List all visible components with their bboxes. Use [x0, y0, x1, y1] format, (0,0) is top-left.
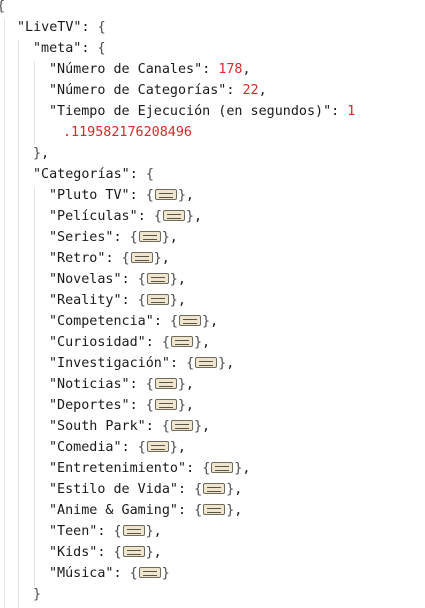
expand-collapsed-icon[interactable]	[154, 399, 177, 410]
indent-guide	[34, 61, 35, 145]
json-category-item: "Competencia": {},	[49, 314, 219, 329]
indent-guide	[34, 187, 35, 586]
json-category-key: "Estilo de Vida"	[49, 482, 178, 497]
json-category-key: "Deportes"	[49, 398, 130, 413]
json-key-meta: "meta"	[33, 41, 82, 56]
expand-collapsed-icon[interactable]	[170, 420, 193, 431]
indent-guide	[18, 40, 19, 608]
json-categorias-toggle[interactable]: {	[146, 167, 154, 182]
json-category-key: "South Park"	[49, 419, 146, 434]
json-category-key: "Competencia"	[49, 314, 154, 329]
json-category-item: "Comedia": {},	[49, 440, 186, 455]
expand-collapsed-icon[interactable]	[154, 189, 177, 200]
expand-collapsed-icon[interactable]	[170, 336, 193, 347]
expand-collapsed-icon[interactable]	[138, 567, 161, 578]
json-category-item: "Teen": {},	[49, 524, 162, 539]
expand-collapsed-icon[interactable]	[203, 504, 226, 515]
expand-collapsed-icon[interactable]	[195, 357, 218, 368]
json-category-key: "Curiosidad"	[49, 335, 146, 350]
json-category-item: "South Park": {},	[49, 419, 211, 434]
json-category-item: "Series": {},	[49, 230, 178, 245]
json-livetv-toggle[interactable]: {	[98, 20, 106, 35]
json-category-item: "Curiosidad": {},	[49, 335, 211, 350]
json-value-tiempo-part1: 1	[347, 104, 356, 119]
json-category-key: "Pluto TV"	[49, 188, 130, 203]
json-category-key: "Novelas"	[49, 272, 122, 287]
json-category-key: "Comedia"	[49, 440, 122, 455]
json-category-key: "Películas"	[49, 209, 138, 224]
json-key-categorias: "Categorías"	[33, 167, 130, 182]
expand-collapsed-icon[interactable]	[154, 378, 177, 389]
json-viewer: { "LiveTV": { "meta": { "Número de Canal…	[0, 0, 425, 608]
expand-collapsed-icon[interactable]	[122, 525, 145, 536]
json-meta-line: "meta": {	[33, 41, 106, 56]
json-category-key: "Series"	[49, 230, 114, 245]
expand-collapsed-icon[interactable]	[122, 546, 145, 557]
json-meta-toggle[interactable]: {	[98, 41, 106, 56]
expand-collapsed-icon[interactable]	[162, 210, 185, 221]
expand-collapsed-icon[interactable]	[130, 252, 153, 263]
json-category-item: "Kids": {},	[49, 545, 162, 560]
expand-collapsed-icon[interactable]	[146, 273, 169, 284]
json-category-item: "Investigación": {},	[49, 356, 235, 371]
expand-collapsed-icon[interactable]	[138, 231, 161, 242]
indent-guide	[4, 19, 5, 608]
json-category-item: "Reality": {},	[49, 293, 186, 308]
json-categorias-close: }	[33, 587, 42, 602]
json-category-item: "Estilo de Vida": {},	[49, 482, 243, 497]
json-category-item: "Retro": {},	[49, 251, 170, 266]
json-value-tiempo-part2: .119582176208496	[63, 125, 192, 140]
json-category-item: "Anime & Gaming": {},	[49, 503, 243, 518]
json-category-key: "Retro"	[49, 251, 106, 266]
json-value-categorias-count: 22	[242, 83, 259, 98]
json-category-item: "Pluto TV": {},	[49, 188, 194, 203]
json-category-key: "Entretenimiento"	[49, 461, 187, 476]
json-category-item: "Noticias": {},	[49, 377, 194, 392]
json-category-key: "Kids"	[49, 545, 98, 560]
expand-collapsed-icon[interactable]	[179, 315, 201, 326]
json-value-canales: 178	[218, 62, 243, 77]
expand-collapsed-icon[interactable]	[203, 483, 226, 494]
json-category-key: "Música"	[49, 566, 114, 581]
json-field-categorias-count: "Número de Categorías": 22,	[49, 83, 267, 98]
json-category-item: "Música": {}	[49, 566, 170, 581]
json-field-canales: "Número de Canales": 178,	[49, 62, 251, 77]
json-category-item: "Películas": {},	[49, 209, 202, 224]
json-categorias-line: "Categorías": {	[33, 167, 154, 182]
json-category-key: "Noticias"	[49, 377, 130, 392]
json-category-item: "Deportes": {},	[49, 398, 194, 413]
json-category-key: "Investigación"	[49, 356, 170, 371]
json-category-item: "Entretenimiento": {},	[49, 461, 251, 476]
json-category-key: "Anime & Gaming"	[49, 503, 178, 518]
json-field-tiempo-wrap: .119582176208496	[63, 122, 192, 143]
json-category-item: "Novelas": {},	[49, 272, 186, 287]
json-category-key: "Reality"	[49, 293, 122, 308]
expand-collapsed-icon[interactable]	[146, 441, 169, 452]
json-livetv-line: "LiveTV": {	[17, 20, 106, 35]
json-key-livetv: "LiveTV"	[17, 20, 82, 35]
json-category-key: "Teen"	[49, 524, 98, 539]
json-root-open: {	[0, 0, 5, 17]
json-meta-close: },	[33, 146, 50, 161]
expand-collapsed-icon[interactable]	[211, 462, 234, 473]
expand-collapsed-icon[interactable]	[146, 294, 169, 305]
json-field-tiempo: "Tiempo de Ejecución (en segundos)": 1	[49, 104, 356, 119]
